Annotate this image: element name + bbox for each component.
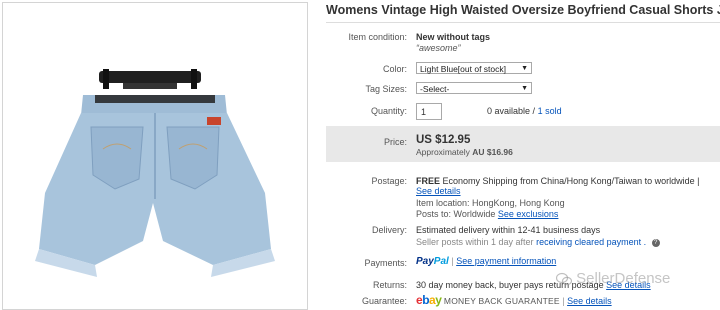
color-select[interactable]: Light Blue[out of stock] ▼ (416, 62, 532, 74)
condition-quote: awesome (419, 43, 458, 53)
guarantee-label: Guarantee: (361, 296, 407, 306)
availability: 0 available / 1 sold (487, 106, 562, 116)
guarantee-separator: | (562, 296, 565, 306)
hanger-icon (99, 69, 201, 89)
ebay-logo: ebay (416, 293, 442, 307)
postage-free: FREE (416, 176, 441, 186)
posts-to: Posts to: Worldwide (416, 209, 496, 219)
postage-service-line: FREE Economy Shipping from China/Hong Ko… (416, 176, 700, 186)
seller-posts-line: Seller posts within 1 day after receivin… (416, 237, 660, 247)
item-condition-label: Item condition: (348, 32, 407, 42)
price-label: Price: (383, 137, 407, 147)
see-payment-info-link[interactable]: See payment information (456, 256, 556, 266)
listing-title: Womens Vintage High Waisted Oversize Boy… (326, 3, 720, 17)
postage-see-details-link[interactable]: See details (416, 186, 461, 196)
estimated-delivery: Estimated delivery within 12-41 business… (416, 225, 601, 235)
returns-label: Returns: (372, 280, 407, 290)
color-select-value: Light Blue[out of stock] (420, 64, 506, 74)
price-approx: Approximately AU $16.96 (416, 147, 513, 157)
guarantee-see-details-link[interactable]: See details (567, 296, 612, 306)
cleared-payment-link[interactable]: receiving cleared payment . (536, 237, 646, 247)
tag-sizes-select-value: -Select- (420, 84, 450, 94)
tag-sizes-select[interactable]: -Select- ▼ (416, 82, 532, 94)
money-back-guarantee: MONEY BACK GUARANTEE (443, 296, 560, 306)
postage-label: Postage: (371, 176, 407, 186)
dropdown-arrow-icon: ▼ (521, 65, 528, 72)
payments-label: Payments: (364, 258, 407, 268)
paypal-logo: PayPal (416, 256, 449, 267)
payments-separator: | (451, 256, 454, 266)
product-image[interactable] (2, 2, 308, 310)
color-label: Color: (382, 64, 407, 74)
quantity-label: Quantity: (370, 106, 407, 116)
help-icon[interactable]: ? (651, 238, 660, 247)
posts-to-line: Posts to: Worldwide See exclusions (416, 209, 558, 219)
postage-see-details-line: See details (416, 186, 461, 196)
item-condition-value: New without tags (416, 32, 490, 42)
price-amount: US $12.95 (416, 134, 471, 146)
available-count: 0 available / (487, 106, 536, 116)
seller-posts: Seller posts within 1 day after (416, 237, 534, 247)
denim-shorts-image (35, 69, 275, 277)
approx-prefix: Approximately (416, 147, 470, 157)
quantity-input[interactable]: 1 (416, 103, 442, 120)
postage-service: Economy Shipping from China/Hong Kong/Ta… (442, 176, 700, 186)
payments-line: PayPal | See payment information (416, 256, 556, 267)
wechat-icon (555, 272, 573, 286)
guarantee-line: ebay MONEY BACK GUARANTEE | See details (416, 293, 612, 307)
dropdown-arrow-icon: ▼ (521, 85, 528, 92)
watermark-text: SellerDefense (576, 270, 671, 287)
title-divider (326, 22, 720, 23)
approx-amount: AU $16.96 (472, 147, 513, 157)
item-location: Item location: HongKong, Hong Kong (416, 198, 565, 208)
watermark: SellerDefense (555, 270, 671, 287)
delivery-label: Delivery: (371, 225, 407, 235)
sold-count-link[interactable]: 1 sold (538, 106, 562, 116)
see-exclusions-link[interactable]: See exclusions (498, 209, 559, 219)
seller-condition-note: “awesome” (416, 43, 461, 53)
tag-sizes-label: Tag Sizes: (365, 84, 407, 94)
